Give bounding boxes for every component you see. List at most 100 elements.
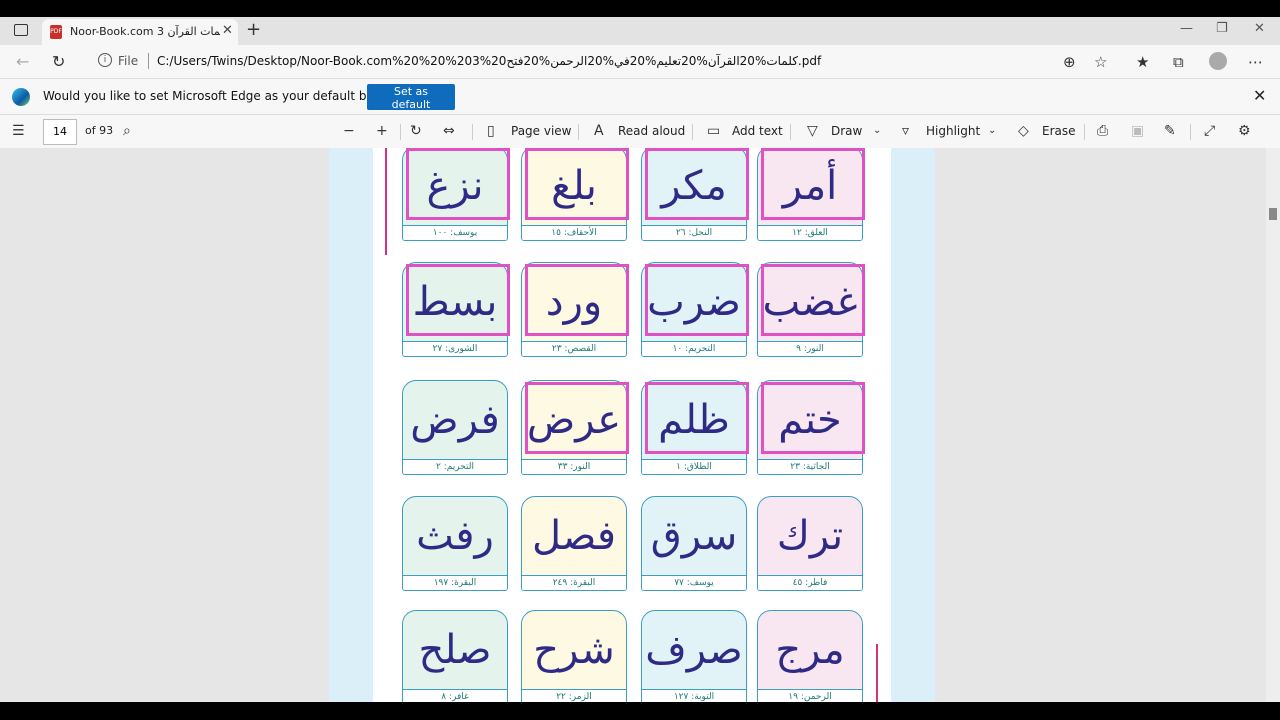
erase-button[interactable]: Erase xyxy=(1042,124,1076,138)
maximize-icon[interactable]: ❐ xyxy=(1216,21,1228,36)
divider xyxy=(472,124,473,140)
eraser-icon[interactable]: ◇ xyxy=(1018,123,1029,139)
contents-icon[interactable]: ☰ xyxy=(12,123,25,139)
highlight-box[interactable] xyxy=(761,264,865,336)
highlight-box[interactable] xyxy=(761,148,865,220)
highlight-box[interactable] xyxy=(645,382,749,454)
add-favorite-icon[interactable]: ☆ xyxy=(1094,53,1107,71)
verse-reference: البقرة: ١٩٧ xyxy=(403,575,507,590)
collections-icon[interactable]: ⧉ xyxy=(1173,53,1184,71)
read-aloud-button[interactable]: Read aloud xyxy=(618,124,685,138)
divider xyxy=(692,124,693,140)
divider xyxy=(790,124,791,140)
verse-reference: النور: ٣٣ xyxy=(522,459,626,474)
avatar[interactable] xyxy=(1209,52,1227,70)
divider xyxy=(400,124,401,140)
verse-reference: البقرة: ٢٤٩ xyxy=(522,575,626,590)
page-number-input[interactable]: 14 xyxy=(43,119,77,145)
edge-logo-icon xyxy=(12,88,30,106)
word-card: فصل البقرة: ٢٤٩ xyxy=(521,496,627,591)
read-aloud-icon[interactable]: A xyxy=(594,123,604,139)
page-view-icon[interactable]: ▯ xyxy=(487,123,495,139)
page-total: of 93 xyxy=(85,124,114,137)
arabic-word: فصل xyxy=(531,513,617,559)
close-infobar-icon[interactable]: ✕ xyxy=(1253,86,1266,105)
back-icon[interactable]: ← xyxy=(16,52,29,71)
pdf-viewer[interactable]: نزغ يوسف: ١٠٠ بلغ الأحقاف: ١٥ مكر النحل: ٢٦ أم… xyxy=(0,148,1280,702)
arabic-word: ترك xyxy=(776,513,844,559)
zoom-in-icon[interactable]: + xyxy=(376,123,388,139)
tab-active[interactable]: PDF Noor-Book.com 3 تعليم كلمات القرآن ✕ xyxy=(42,19,238,45)
print-icon[interactable]: ⎙ xyxy=(1097,123,1108,139)
new-tab-icon[interactable]: + xyxy=(246,19,261,40)
verse-reference: الرحمن: ١٩ xyxy=(758,689,862,702)
fullscreen-icon[interactable]: ⤢ xyxy=(1204,123,1215,139)
zoom-icon[interactable]: ⊕ xyxy=(1063,53,1076,71)
close-window-icon[interactable]: ✕ xyxy=(1254,21,1265,36)
highlight-box[interactable] xyxy=(761,382,865,454)
chevron-down-icon[interactable]: ⌄ xyxy=(873,125,881,136)
word-card: سرق يوسف: ٧٧ xyxy=(641,496,747,591)
save-icon[interactable]: ▣ xyxy=(1131,123,1144,139)
divider xyxy=(578,124,579,140)
verse-reference: القصص: ٢٣ xyxy=(522,341,626,356)
arabic-word: صرف xyxy=(645,627,743,673)
highlight-box[interactable] xyxy=(645,148,749,220)
fit-page-icon[interactable]: ⇔ xyxy=(443,123,455,139)
draw-button[interactable]: Draw xyxy=(831,124,862,138)
verse-reference: الأحقاف: ١٥ xyxy=(522,225,626,240)
settings-gear-icon[interactable]: ⚙ xyxy=(1238,123,1251,139)
url-text[interactable]: C:/Users/Twins/Desktop/Noor-Book.com%20%… xyxy=(157,54,821,68)
divider xyxy=(1084,124,1085,140)
save-as-icon[interactable]: ✎ xyxy=(1164,123,1176,139)
verse-reference: يوسف: ٧٧ xyxy=(642,575,746,590)
refresh-icon[interactable]: ↻ xyxy=(52,52,65,71)
verse-reference: الزمر: ٢٢ xyxy=(522,689,626,702)
default-browser-infobar: Would you like to set Microsoft Edge as … xyxy=(0,78,1280,115)
highlight-button[interactable]: Highlight xyxy=(926,124,980,138)
verse-reference: الطلاق: ١ xyxy=(642,459,746,474)
highlight-icon[interactable]: ▿ xyxy=(902,123,909,139)
highlight-box[interactable] xyxy=(406,264,510,336)
highlight-box[interactable] xyxy=(406,148,510,220)
more-icon[interactable]: ⋯ xyxy=(1248,53,1263,71)
address-bar-row: ← ↻ i File C:/Users/Twins/Desktop/Noor-B… xyxy=(0,45,1280,78)
scrollbar-thumb[interactable] xyxy=(1269,208,1277,220)
verse-reference: النحل: ٢٦ xyxy=(642,225,746,240)
browser-window: PDF Noor-Book.com 3 تعليم كلمات القرآن ✕… xyxy=(0,17,1280,702)
close-tab-icon[interactable]: ✕ xyxy=(222,23,233,38)
vertical-scrollbar[interactable] xyxy=(1266,148,1280,702)
divider xyxy=(148,53,149,69)
verse-reference: الشورى: ٢٧ xyxy=(403,341,507,356)
verse-reference: التحريم: ٢ xyxy=(403,459,507,474)
search-icon[interactable]: ⌕ xyxy=(123,123,131,139)
arabic-word: مرج xyxy=(775,627,845,673)
rotate-icon[interactable]: ↻ xyxy=(410,123,422,139)
word-card: شرح الزمر: ٢٢ xyxy=(521,610,627,702)
highlight-box[interactable] xyxy=(525,382,629,454)
verse-reference: العلق: ١٢ xyxy=(758,225,862,240)
add-text-icon[interactable]: ▭ xyxy=(707,123,720,139)
pdf-page: نزغ يوسف: ١٠٠ بلغ الأحقاف: ١٥ مكر النحل: ٢٦ أم… xyxy=(329,148,935,702)
highlight-box[interactable] xyxy=(525,148,629,220)
zoom-out-icon[interactable]: − xyxy=(343,123,355,139)
page-view-button[interactable]: Page view xyxy=(511,124,572,138)
highlight-box[interactable] xyxy=(525,264,629,336)
verse-reference: يوسف: ١٠٠ xyxy=(403,225,507,240)
word-card: صرف التوبة: ١٢٧ xyxy=(641,610,747,702)
set-default-button[interactable]: Set as default xyxy=(367,84,455,111)
word-card: ترك فاطر: ٤٥ xyxy=(757,496,863,591)
highlight-box[interactable] xyxy=(645,264,749,336)
tab-actions-icon[interactable] xyxy=(14,24,28,36)
verse-reference: غافر: ٨ xyxy=(403,689,507,702)
chevron-down-icon[interactable]: ⌄ xyxy=(988,125,996,136)
add-text-button[interactable]: Add text xyxy=(732,124,783,138)
verse-reference: التحريم: ١٠ xyxy=(642,341,746,356)
favorites-icon[interactable]: ★ xyxy=(1136,53,1149,71)
verse-reference: النور: ٩ xyxy=(758,341,862,356)
draw-icon[interactable]: ▽ xyxy=(807,123,818,139)
minimize-icon[interactable]: — xyxy=(1180,21,1193,36)
info-icon[interactable]: i xyxy=(98,53,112,67)
verse-reference: فاطر: ٤٥ xyxy=(758,575,862,590)
address-bar[interactable]: i File C:/Users/Twins/Desktop/Noor-Book.… xyxy=(88,48,1122,75)
